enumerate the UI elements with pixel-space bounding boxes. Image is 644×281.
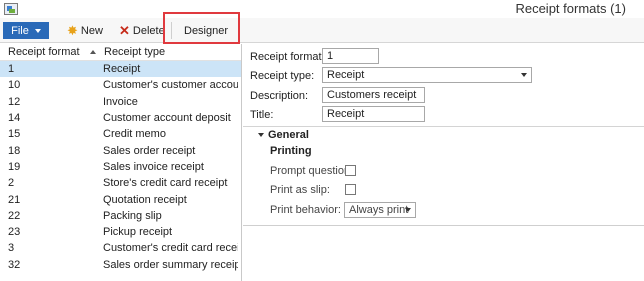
receipt-format-input[interactable]: 1 bbox=[322, 48, 379, 64]
toolbar: File ✸ New ✕ Delete Designer bbox=[0, 18, 644, 43]
receipt-type-field: Receipt type: Receipt bbox=[250, 67, 540, 83]
prompt-question-checkbox[interactable] bbox=[345, 165, 356, 176]
list-body: 1 Receipt 10 Customer's customer account re… bbox=[0, 61, 241, 273]
receipt-format-cell: 1 bbox=[8, 63, 15, 76]
chevron-down-icon bbox=[521, 73, 527, 77]
delete-x-icon: ✕ bbox=[119, 23, 130, 38]
description-label: Description: bbox=[250, 90, 309, 102]
prompt-question-label: Prompt question: bbox=[270, 165, 354, 177]
column-header-receipt-format[interactable]: Receipt format bbox=[0, 46, 98, 58]
receipt-type-cell: Sales order summary receipt bbox=[103, 258, 238, 271]
receipt-type-cell: Invoice bbox=[103, 95, 138, 108]
print-as-slip-label: Print as slip: bbox=[270, 184, 330, 196]
receipt-type-label: Receipt type: bbox=[250, 70, 315, 82]
list-row[interactable]: 2 Store's credit card receipt bbox=[0, 175, 241, 191]
receipt-format-cell: 22 bbox=[8, 209, 21, 222]
title-bar: Receipt formats (1) bbox=[0, 0, 644, 18]
receipt-type-cell: Customer's customer account rec bbox=[103, 79, 238, 92]
new-label: New bbox=[80, 24, 103, 37]
print-as-slip-checkbox[interactable] bbox=[345, 184, 356, 195]
list-row[interactable]: 12 Invoice bbox=[0, 94, 241, 110]
app-icon bbox=[4, 3, 18, 15]
description-field: Description: Customers receipt bbox=[250, 87, 490, 103]
list-row[interactable]: 10 Customer's customer account rec bbox=[0, 77, 241, 93]
list-row[interactable]: 21 Quotation receipt bbox=[0, 191, 241, 207]
column-header-receipt-type[interactable]: Receipt type bbox=[98, 46, 165, 58]
title-input[interactable]: Receipt bbox=[322, 106, 425, 122]
receipt-format-cell: 19 bbox=[8, 160, 21, 173]
title-label: Title: bbox=[250, 109, 274, 121]
receipt-format-cell: 32 bbox=[8, 258, 21, 271]
printing-subheading: Printing bbox=[270, 145, 312, 157]
receipt-type-cell: Sales invoice receipt bbox=[103, 160, 204, 173]
receipt-format-label: Receipt format: bbox=[250, 51, 325, 63]
list-row[interactable]: 32 Sales order summary receipt bbox=[0, 257, 241, 273]
new-button[interactable]: ✸ New bbox=[67, 22, 103, 39]
new-star-icon: ✸ bbox=[67, 23, 78, 38]
list-row[interactable]: 1 Receipt bbox=[0, 61, 241, 78]
details-pane: Receipt format: 1 Receipt type: Receipt … bbox=[243, 44, 644, 281]
collapse-triangle-icon bbox=[258, 133, 264, 137]
title-field: Title: Receipt bbox=[250, 106, 490, 122]
delete-label: Delete bbox=[132, 24, 165, 37]
general-section-header[interactable]: General bbox=[258, 129, 309, 141]
receipt-type-cell: Customer account deposit bbox=[103, 112, 231, 125]
chevron-down-icon bbox=[405, 208, 411, 212]
receipt-type-cell: Packing slip bbox=[103, 209, 162, 222]
section-bottom-divider bbox=[243, 225, 644, 226]
description-input[interactable]: Customers receipt bbox=[322, 87, 425, 103]
receipt-format-cell: 23 bbox=[8, 226, 21, 239]
list-row[interactable]: 3 Customer's credit card receipt bbox=[0, 240, 241, 256]
receipt-type-cell: Customer's credit card receipt bbox=[103, 242, 238, 255]
list-row[interactable]: 23 Pickup receipt bbox=[0, 224, 241, 240]
receipt-format-cell: 18 bbox=[8, 144, 21, 157]
file-label: File bbox=[11, 24, 29, 37]
receipt-formats-list: Receipt format Receipt type 1 Receipt 10 Cu… bbox=[0, 44, 242, 281]
print-behavior-row: Print behavior: Always print bbox=[270, 202, 430, 218]
receipt-type-select[interactable]: Receipt bbox=[322, 67, 532, 83]
list-row[interactable]: 22 Packing slip bbox=[0, 208, 241, 224]
general-heading: General bbox=[268, 129, 309, 141]
receipt-format-cell: 10 bbox=[8, 79, 21, 92]
receipt-format-cell: 3 bbox=[8, 242, 15, 255]
receipt-type-cell: Quotation receipt bbox=[103, 193, 187, 206]
print-behavior-label: Print behavior: bbox=[270, 204, 341, 216]
receipt-format-cell: 2 bbox=[8, 177, 15, 190]
receipt-type-cell: Credit memo bbox=[103, 128, 166, 141]
delete-button[interactable]: ✕ Delete bbox=[119, 22, 165, 39]
receipt-format-field: Receipt format: 1 bbox=[250, 48, 450, 64]
receipt-format-cell: 21 bbox=[8, 193, 21, 206]
divider bbox=[243, 126, 644, 127]
designer-highlight-box bbox=[163, 12, 240, 44]
prompt-question-row: Prompt question: bbox=[270, 165, 390, 179]
print-behavior-select[interactable]: Always print bbox=[344, 202, 416, 218]
receipt-format-cell: 15 bbox=[8, 128, 21, 141]
list-header: Receipt format Receipt type bbox=[0, 44, 241, 61]
window-title: Receipt formats (1) bbox=[515, 1, 626, 16]
receipt-type-cell: Sales order receipt bbox=[103, 144, 196, 157]
print-as-slip-row: Print as slip: bbox=[270, 184, 390, 198]
list-row[interactable]: 18 Sales order receipt bbox=[0, 142, 241, 158]
chevron-down-icon bbox=[34, 28, 41, 33]
receipt-type-cell: Receipt bbox=[103, 63, 141, 76]
receipt-type-cell: Store's credit card receipt bbox=[103, 177, 228, 190]
list-row[interactable]: 15 Credit memo bbox=[0, 126, 241, 142]
receipt-type-cell: Pickup receipt bbox=[103, 226, 173, 239]
receipt-format-cell: 12 bbox=[8, 95, 21, 108]
list-row[interactable]: 19 Sales invoice receipt bbox=[0, 159, 241, 175]
receipt-format-cell: 14 bbox=[8, 112, 21, 125]
file-menu-button[interactable]: File bbox=[3, 22, 49, 39]
list-row[interactable]: 14 Customer account deposit bbox=[0, 110, 241, 126]
sort-ascending-icon bbox=[89, 50, 96, 54]
